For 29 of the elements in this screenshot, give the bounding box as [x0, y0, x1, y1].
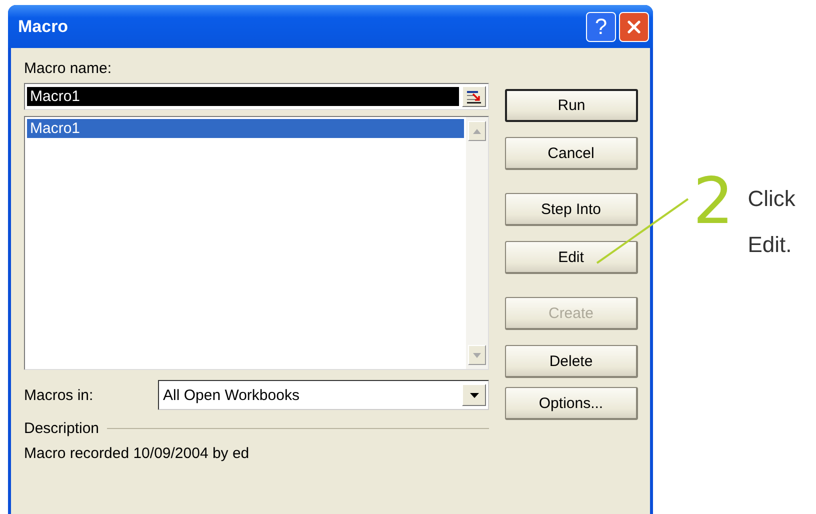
window-title: Macro: [18, 16, 70, 36]
macro-name-field[interactable]: Macro1: [24, 83, 489, 110]
collapse-dialog-button[interactable]: [462, 86, 486, 107]
macro-list-item[interactable]: Macro1: [27, 119, 464, 138]
instruction-text: Edit.: [748, 231, 793, 259]
description-text: Macro recorded 10/09/2004 by ed: [24, 445, 250, 462]
dialog-button[interactable]: Delete: [505, 345, 638, 378]
description-label: Description: [24, 420, 100, 437]
collapse-icon: [466, 90, 482, 104]
down-arrow-icon: [473, 352, 481, 358]
caret-icon: [470, 392, 478, 398]
dropdown-button[interactable]: [462, 384, 486, 406]
dialog-button[interactable]: Edit: [505, 241, 638, 274]
scrollbar[interactable]: [466, 117, 488, 369]
macro-name-label: Macro name:: [24, 60, 113, 77]
dialog-button[interactable]: Run: [505, 89, 638, 122]
help-button[interactable]: ?: [586, 12, 616, 42]
scroll-up-button[interactable]: [468, 121, 486, 141]
close-icon: [627, 20, 641, 34]
up-arrow-icon: [473, 128, 481, 134]
macros-in-dropdown[interactable]: All Open Workbooks: [158, 380, 489, 410]
instruction-text: Click: [748, 185, 796, 213]
dialog-button[interactable]: Cancel: [505, 137, 638, 170]
dialog-button[interactable]: Step Into: [505, 193, 638, 226]
scroll-down-button[interactable]: [468, 345, 486, 365]
step-number: 2: [693, 170, 734, 234]
dialog-button[interactable]: Options...: [505, 387, 638, 420]
close-button[interactable]: [619, 12, 649, 42]
macros-in-label: Macros in:: [24, 386, 94, 404]
